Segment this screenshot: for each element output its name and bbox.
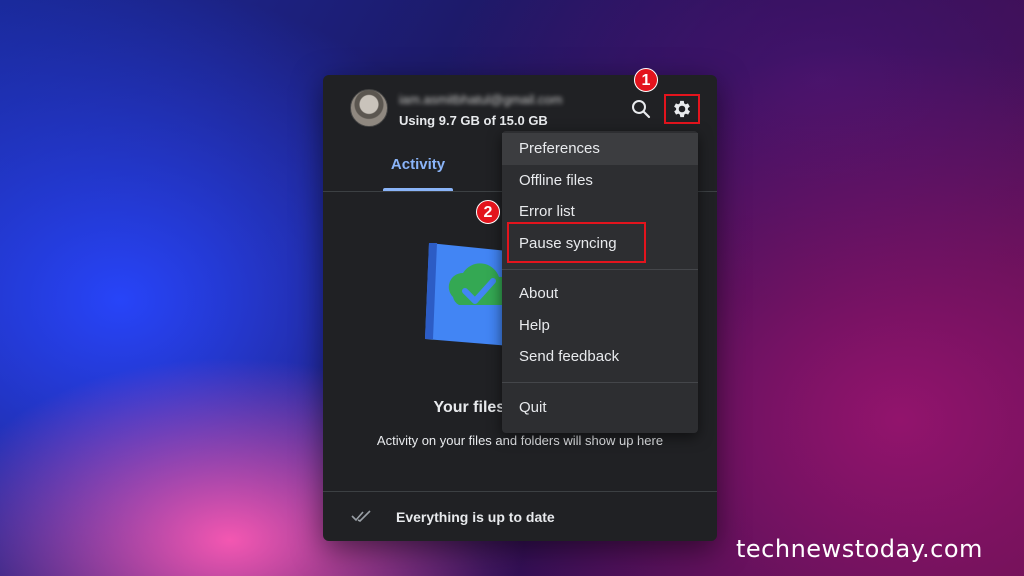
watermark: technewstoday.com — [736, 535, 983, 563]
double-check-icon — [351, 510, 371, 522]
tab-activity[interactable]: Activity — [375, 145, 461, 191]
menu-item-help[interactable]: Help — [502, 310, 698, 342]
search-icon — [632, 100, 651, 119]
search-button[interactable] — [629, 97, 653, 121]
menu-item-preferences[interactable]: Preferences — [502, 133, 698, 165]
menu-divider — [502, 382, 698, 383]
menu-item-error-list[interactable]: Error list — [502, 196, 698, 228]
menu-divider — [502, 269, 698, 270]
footer-divider — [323, 491, 717, 492]
sync-status: Everything is up to date — [396, 509, 555, 525]
empty-state-description: Activity on your files and folders will … — [376, 433, 664, 448]
settings-menu: Preferences Offline files Error list Pau… — [502, 131, 698, 433]
menu-item-send-feedback[interactable]: Send feedback — [502, 341, 698, 373]
tab-activity-label: Activity — [390, 156, 446, 173]
menu-item-quit[interactable]: Quit — [502, 392, 698, 424]
step-1-badge: 1 — [634, 68, 658, 92]
storage-usage: Using 9.7 GB of 15.0 GB — [399, 113, 548, 128]
menu-item-pause-syncing[interactable]: Pause syncing — [502, 228, 698, 260]
step-2-badge: 2 — [476, 200, 500, 224]
avatar[interactable] — [350, 89, 388, 127]
settings-button[interactable] — [664, 94, 700, 124]
gear-icon — [674, 100, 690, 118]
account-email: iam.asmitbhatul@gmail.com — [399, 92, 563, 107]
menu-item-offline-files[interactable]: Offline files — [502, 165, 698, 197]
menu-item-about[interactable]: About — [502, 278, 698, 310]
